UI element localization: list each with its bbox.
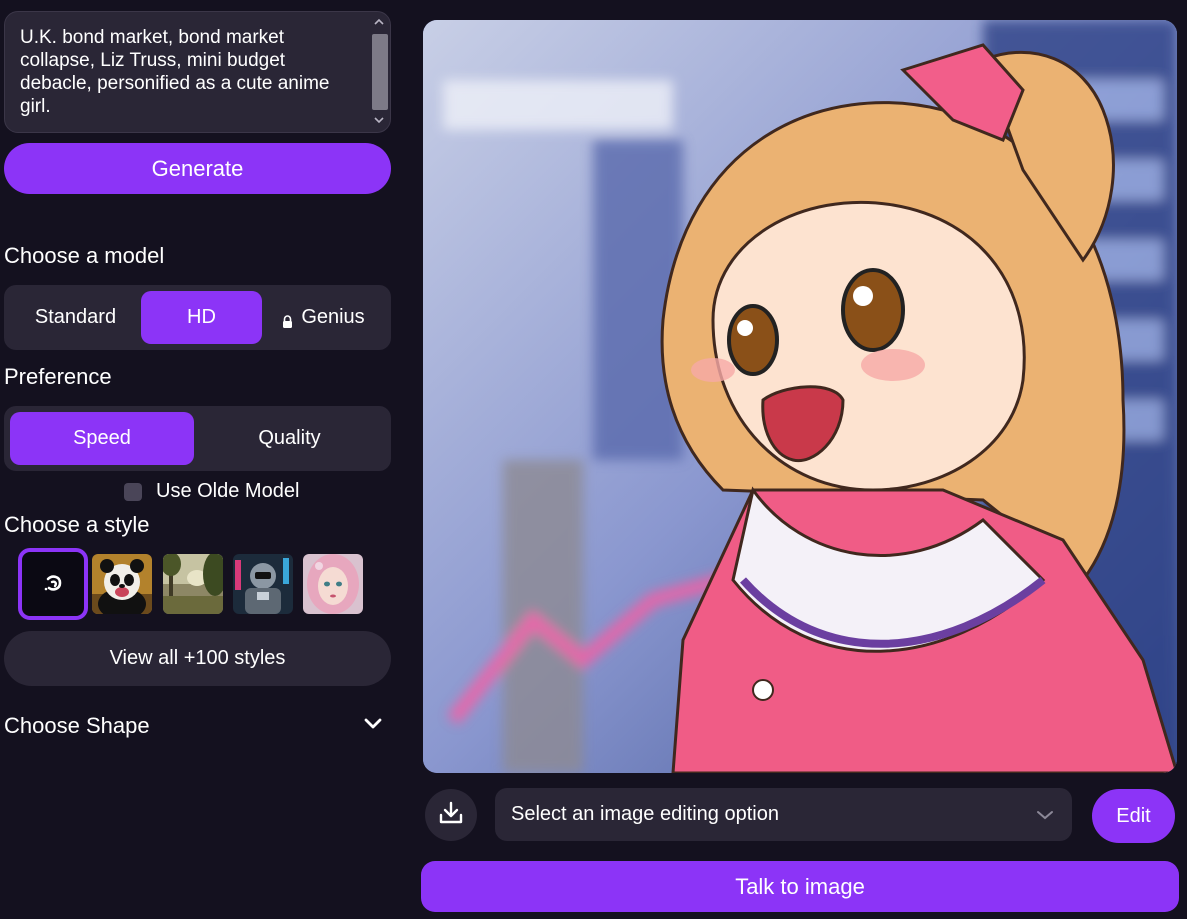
talk-to-image-button[interactable]: Talk to image — [421, 861, 1179, 912]
lock-icon — [282, 312, 293, 328]
no-style-icon[interactable] — [18, 548, 88, 620]
prompt-scrollbar[interactable] — [369, 14, 389, 130]
generate-button[interactable]: Generate — [4, 143, 391, 194]
download-icon — [438, 801, 464, 830]
image-editing-select[interactable]: Select an image editing option — [495, 788, 1072, 841]
model-selector: Standard HD Genius — [4, 285, 391, 350]
olde-model-checkbox[interactable] — [124, 482, 142, 501]
scroll-down-icon[interactable] — [371, 114, 387, 128]
result-panel: Select an image editing option Edit Talk… — [400, 0, 1187, 919]
shape-dropdown[interactable]: Choose Shape — [4, 709, 391, 743]
model-option-genius-label: Genius — [301, 306, 365, 328]
olde-model-toggle[interactable]: Use Olde Model — [124, 480, 299, 503]
model-option-genius[interactable]: Genius — [262, 291, 385, 344]
preference-option-speed[interactable]: Speed — [10, 412, 194, 465]
preference-heading: Preference — [4, 364, 112, 389]
scroll-up-icon[interactable] — [371, 16, 387, 30]
model-heading: Choose a model — [4, 243, 165, 268]
view-all-styles-button[interactable]: View all +100 styles — [4, 631, 391, 686]
chevron-down-icon — [363, 717, 383, 735]
scrollbar-thumb[interactable] — [372, 34, 388, 110]
download-button[interactable] — [425, 789, 477, 841]
chevron-down-icon — [1036, 803, 1054, 826]
preference-option-quality[interactable]: Quality — [194, 412, 385, 465]
image-editing-placeholder: Select an image editing option — [511, 803, 779, 825]
landscape-style-thumbnail[interactable] — [163, 554, 223, 614]
panda-style-thumbnail[interactable] — [92, 554, 152, 614]
style-heading: Choose a style — [4, 512, 150, 537]
edit-button[interactable]: Edit — [1092, 789, 1175, 843]
model-option-hd[interactable]: HD — [141, 291, 262, 344]
preference-selector: Speed Quality — [4, 406, 391, 471]
olde-model-label: Use Olde Model — [156, 480, 300, 502]
control-panel: U.K. bond market, bond market collapse, … — [0, 0, 400, 919]
shape-heading: Choose Shape — [4, 713, 150, 738]
portrait-style-thumbnail[interactable] — [303, 554, 363, 614]
prompt-textarea[interactable]: U.K. bond market, bond market collapse, … — [4, 11, 391, 133]
generated-image — [423, 20, 1177, 773]
prompt-text[interactable]: U.K. bond market, bond market collapse, … — [20, 26, 360, 118]
model-option-standard[interactable]: Standard — [10, 291, 141, 344]
robot-style-thumbnail[interactable] — [233, 554, 293, 614]
